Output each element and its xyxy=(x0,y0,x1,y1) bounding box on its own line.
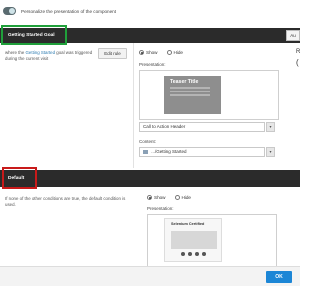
chevron-down-icon[interactable]: ▾ xyxy=(266,122,275,132)
personalize-toggle[interactable] xyxy=(3,7,16,15)
teaser-thumbnail: Teaser Title xyxy=(164,76,221,114)
hide-option[interactable]: Hide xyxy=(166,50,183,55)
default-header: Default xyxy=(0,170,300,187)
default-presentation-label: Presentation: xyxy=(147,206,174,211)
rule-condition: where the Getting Started goal was trigg… xyxy=(5,50,93,62)
default-show-option[interactable]: Show xyxy=(147,195,166,200)
default-hide-radio[interactable] xyxy=(174,195,180,200)
right-letter-r: R xyxy=(296,49,301,55)
presentation-label: Presentation: xyxy=(139,62,166,67)
content-label: Content: xyxy=(139,139,157,144)
content-item-icon xyxy=(143,149,148,154)
column-divider xyxy=(133,43,134,168)
top-bar: Personalize the presentation of the comp… xyxy=(0,0,300,22)
rule-visibility-radios: Show Hide xyxy=(139,50,189,55)
default-card-image xyxy=(171,231,217,249)
default-card-title: Selenium Certified xyxy=(171,222,205,226)
edit-rule-button[interactable]: Edit rule xyxy=(98,48,127,59)
content-select-value: .../Getting Started xyxy=(151,149,187,154)
content-select[interactable]: .../Getting Started ▾ xyxy=(139,147,275,157)
hide-label: Hide xyxy=(173,50,183,55)
hide-radio[interactable] xyxy=(166,50,172,55)
default-visibility-radios: Show Hide xyxy=(147,195,197,200)
presentation-select[interactable]: Call to Action Header ▾ xyxy=(139,122,275,132)
right-partial-column: R ( xyxy=(282,49,300,67)
show-option[interactable]: Show xyxy=(139,50,158,55)
teaser-title: Teaser Title xyxy=(170,79,199,85)
chevron-down-icon[interactable]: ▾ xyxy=(266,147,275,157)
highlight-box-green xyxy=(1,25,67,45)
teaser-text-lines xyxy=(170,87,210,98)
personalize-toggle-label: Personalize the presentation of the comp… xyxy=(21,8,116,14)
right-letter-paren: ( xyxy=(296,58,299,67)
presentation-select-value: Call to Action Header xyxy=(143,124,186,129)
default-show-radio[interactable] xyxy=(147,195,152,200)
default-description: If none of the other conditions are true… xyxy=(5,196,126,207)
default-card-thumbnail: Selenium Certified xyxy=(164,218,222,262)
default-show-label: Show xyxy=(154,195,166,200)
dialog-footer: OK xyxy=(0,266,300,286)
presentation-preview: Teaser Title xyxy=(139,70,279,120)
goal-link[interactable]: Getting Started xyxy=(26,50,56,55)
default-hide-label: Hide xyxy=(181,195,191,200)
default-hide-option[interactable]: Hide xyxy=(174,195,191,200)
ok-button[interactable]: OK xyxy=(266,271,292,283)
show-label: Show xyxy=(146,50,158,55)
highlight-box-red xyxy=(2,167,37,189)
tab-auto[interactable]: Au xyxy=(286,30,300,41)
show-radio[interactable] xyxy=(139,50,144,55)
carousel-dots xyxy=(181,252,206,256)
condition-prefix: where the xyxy=(5,50,26,55)
default-presentation-preview: Selenium Certified xyxy=(147,214,277,272)
